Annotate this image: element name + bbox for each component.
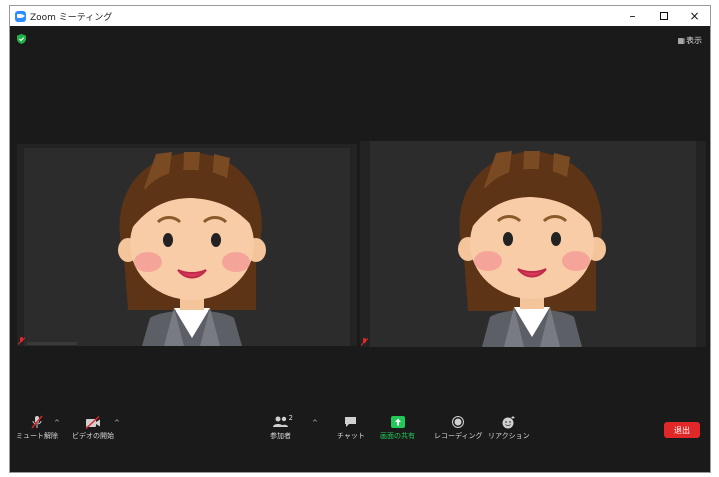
video-options-chevron-icon[interactable]: ^ [114, 419, 120, 427]
audio-options-chevron-icon[interactable]: ^ [54, 419, 60, 427]
reaction-emoji-icon [502, 415, 515, 428]
participant-video-2 [370, 141, 696, 347]
reactions-button[interactable]: リアクション [488, 415, 530, 441]
participants-icon [272, 416, 288, 427]
reactions-label: リアクション [488, 432, 530, 440]
participants-options-chevron-icon[interactable]: ^ [312, 419, 318, 427]
share-screen-button[interactable]: 画面の共有 [380, 415, 415, 441]
mic-muted-icon [31, 415, 43, 429]
participant-video-1 [24, 148, 350, 346]
zoom-window: Zoom ミーティング – × ▦ 表示 ミュート解除 ^ ビデオの開始 ^ 2… [9, 5, 711, 473]
maximize-button[interactable] [648, 6, 679, 26]
unmute-button[interactable]: ミュート解除 [16, 415, 58, 441]
share-screen-icon [390, 416, 405, 428]
participant-tile-2[interactable] [360, 141, 706, 347]
meeting-area: ▦ 表示 ミュート解除 ^ ビデオの開始 ^ 2 参加者 ^ チャット 画面の共… [10, 26, 710, 444]
window-title: Zoom ミーティング [30, 12, 113, 23]
avatar-illustration [118, 152, 266, 346]
record-icon [452, 416, 465, 428]
start-video-label: ビデオの開始 [72, 432, 114, 440]
view-label: 表示 [686, 35, 702, 45]
participants-label: 参加者 [270, 432, 291, 440]
participant-name-bar [27, 342, 77, 345]
start-video-button[interactable]: ビデオの開始 [72, 415, 114, 441]
unmute-label: ミュート解除 [16, 432, 58, 440]
participant-tile-1[interactable] [17, 144, 357, 346]
meeting-toolbar: ミュート解除 ^ ビデオの開始 ^ 2 参加者 ^ チャット 画面の共有 レコー… [10, 414, 710, 444]
participants-count: 2 [288, 414, 293, 422]
shield-icon[interactable] [17, 34, 26, 44]
window-controls: – × [617, 6, 710, 26]
grid-icon: ▦ [677, 35, 685, 45]
chat-label: チャット [337, 432, 365, 440]
view-button[interactable]: ▦ 表示 [677, 33, 702, 47]
mic-muted-icon [18, 337, 25, 345]
close-button[interactable]: × [679, 6, 710, 26]
share-screen-label: 画面の共有 [380, 432, 415, 440]
avatar-illustration [458, 151, 606, 347]
record-label: レコーディング [434, 432, 483, 440]
leave-button[interactable]: 退出 [664, 422, 700, 438]
record-button[interactable]: レコーディング [434, 415, 483, 441]
chat-icon [345, 417, 357, 427]
chat-button[interactable]: チャット [337, 415, 365, 441]
participants-button[interactable]: 2 参加者 [270, 414, 293, 441]
maximize-icon [659, 12, 668, 20]
video-off-icon [85, 415, 100, 429]
mic-muted-icon [361, 338, 368, 346]
title-bar: Zoom ミーティング – × [10, 6, 710, 26]
minimize-button[interactable]: – [617, 6, 648, 26]
zoom-app-icon [15, 10, 26, 22]
